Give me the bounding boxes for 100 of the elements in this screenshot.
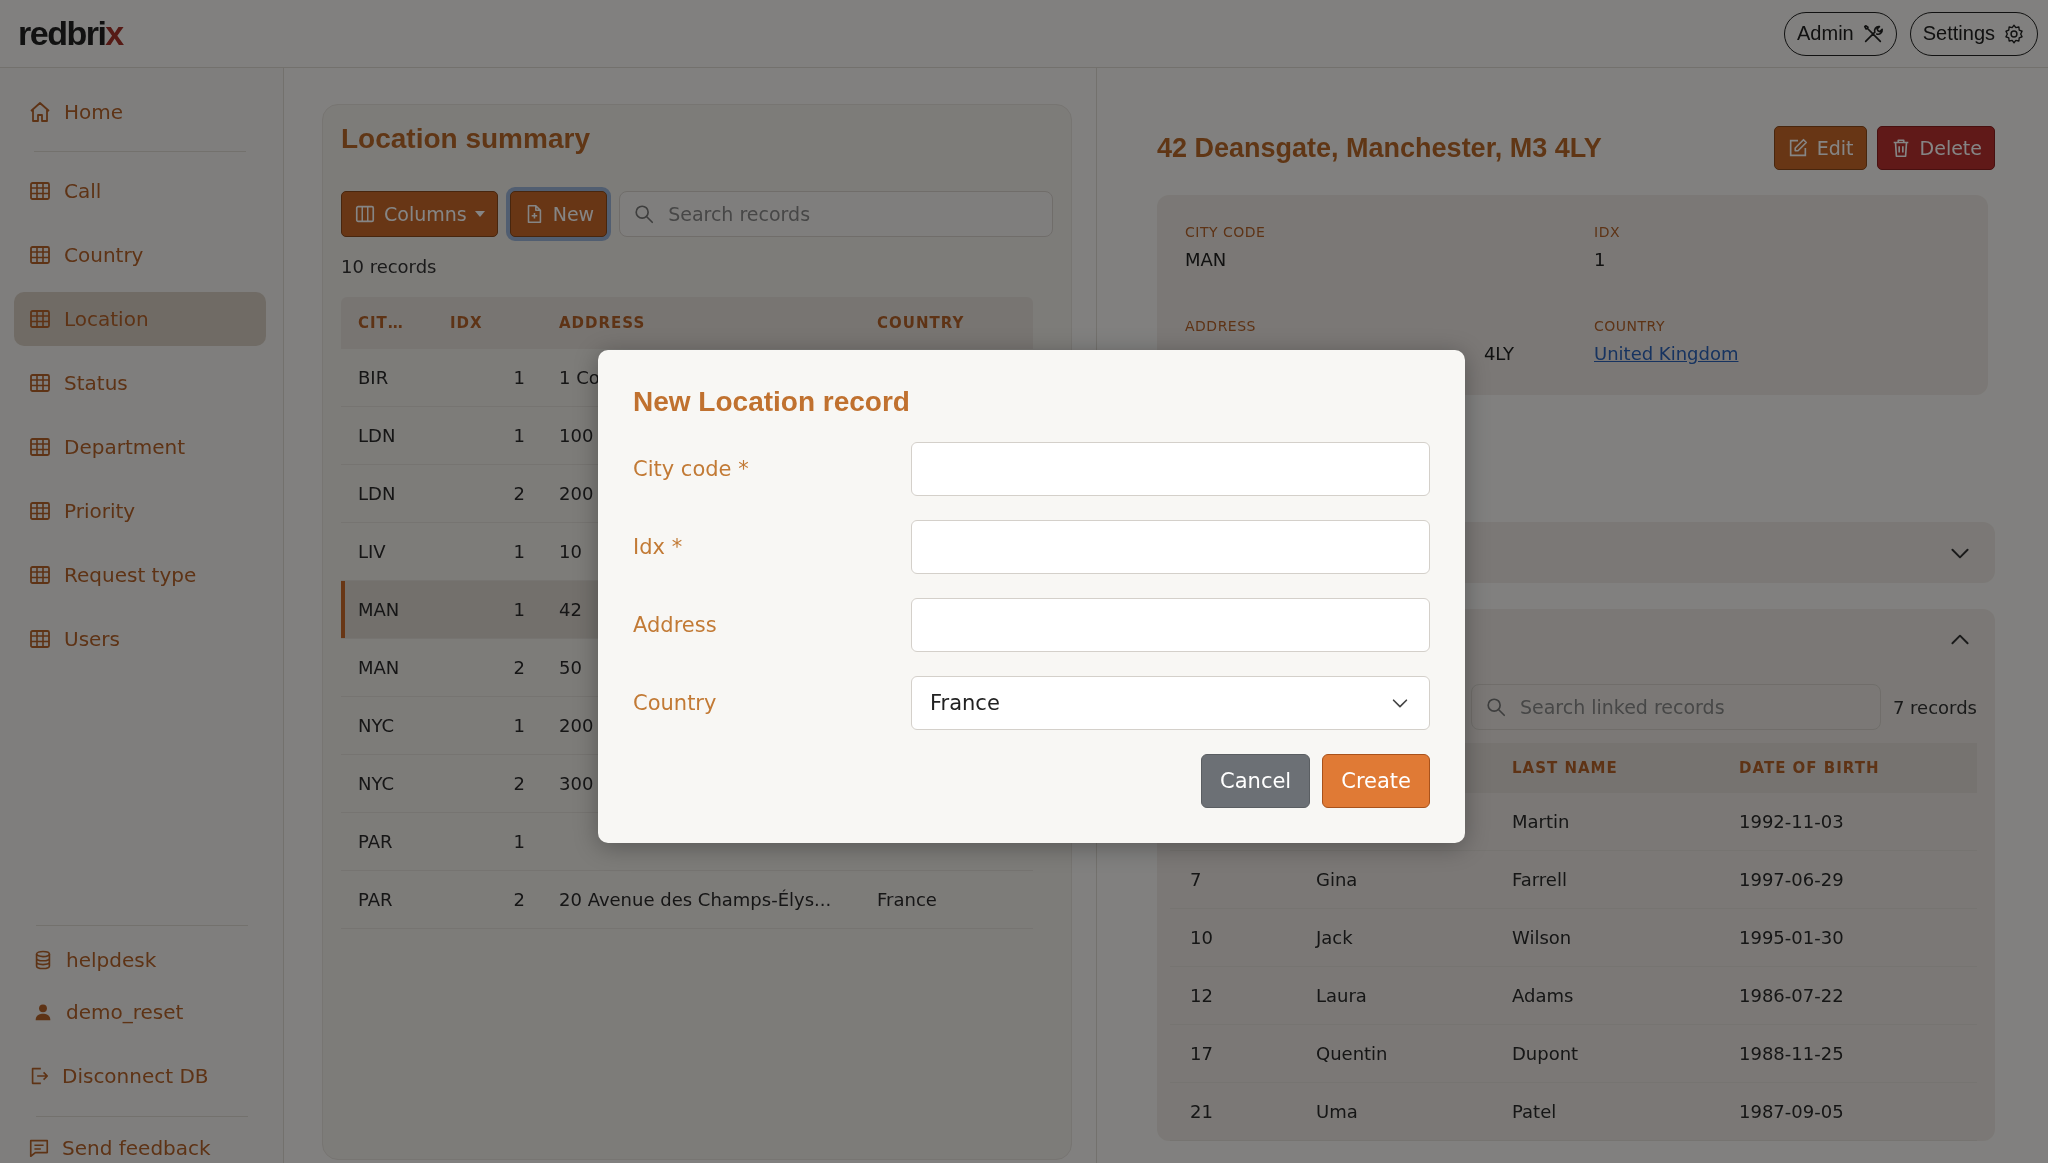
input-field[interactable] (911, 442, 1430, 496)
database-name[interactable]: helpdesk (14, 938, 283, 982)
field-value: MAN (1185, 248, 1228, 272)
table-cell: 1 (513, 367, 525, 388)
table-cell: Adams (1512, 985, 1574, 1006)
table-cell: 20 Avenue des Champs-Élys... (559, 889, 832, 910)
field-label: IDX (1594, 223, 1621, 241)
table-cell: France (877, 889, 937, 910)
table-cell: 1987-09-05 (1739, 1101, 1844, 1122)
table-cell: NYC (358, 773, 395, 794)
table-cell: 10 (1190, 927, 1213, 948)
nav-item[interactable]: Request type (14, 548, 266, 602)
table-cell: 1997-06-29 (1739, 869, 1844, 890)
table-icon (28, 563, 52, 587)
country-link[interactable]: United Kingdom (1594, 341, 1739, 367)
field-label: CITY CODE (1185, 223, 1267, 241)
table-cell: 1988-11-25 (1739, 1043, 1844, 1064)
search-icon (633, 203, 656, 225)
table-cell: 17 (1190, 1043, 1213, 1064)
cancel-button[interactable]: Cancel (1201, 754, 1311, 808)
table-icon (28, 179, 52, 203)
table-cell: 200 (559, 483, 594, 504)
table-cell: 50 (559, 657, 582, 678)
field-label: Idx * (633, 535, 684, 559)
input-field[interactable] (911, 598, 1430, 652)
column-header: CIT… (358, 314, 404, 332)
table-cell: Wilson (1512, 927, 1572, 948)
table-cell: 2 (513, 657, 525, 678)
nav-item[interactable]: Location (14, 292, 266, 346)
search-field[interactable]: Search records (619, 191, 1053, 237)
table-row[interactable]: 12 Laura Adams 1986-07-22 (1170, 967, 1977, 1025)
create-button[interactable]: Create (1322, 754, 1430, 808)
table-cell: MAN (358, 599, 400, 620)
table-cell: Laura (1316, 985, 1367, 1006)
nav-item[interactable]: Department (14, 420, 266, 474)
table-cell: 1 Co (559, 367, 600, 388)
chat-icon (28, 1137, 50, 1159)
table-cell: 7 (1190, 869, 1202, 890)
table-cell: Patel (1512, 1101, 1557, 1122)
table-cell: 10 (559, 541, 582, 562)
field-label: COUNTRY (1594, 317, 1666, 335)
table-row[interactable]: 7 Gina Farrell 1997-06-29 (1170, 851, 1977, 909)
table-cell: PAR (358, 831, 393, 852)
logo[interactable]: redbrix (18, 14, 123, 53)
table-cell: 1995-01-30 (1739, 927, 1844, 948)
table-row[interactable]: 21 Uma Patel 1987-09-05 (1170, 1083, 1977, 1141)
nav-item[interactable]: Users (14, 612, 266, 666)
table-cell: 1986-07-22 (1739, 985, 1844, 1006)
nav-item[interactable]: Priority (14, 484, 266, 538)
record-title: 42 Deansgate, Manchester, M3 4LY (1157, 132, 1603, 164)
nav-item[interactable]: Country (14, 228, 266, 282)
edit-button[interactable]: Edit (1773, 126, 1867, 170)
table-cell: Jack (1316, 927, 1353, 948)
page-title: Location summary (341, 122, 591, 156)
table-cell: LDN (358, 425, 396, 446)
table-cell: Uma (1316, 1101, 1358, 1122)
table-cell: Dupont (1512, 1043, 1579, 1064)
table-cell: Farrell (1512, 869, 1567, 890)
table-cell: 100 (559, 425, 594, 446)
user-name[interactable]: demo_reset (14, 990, 283, 1034)
home-icon (28, 100, 52, 124)
nav-item[interactable]: Call (14, 164, 266, 218)
table-row[interactable]: PAR 2 20 Avenue des Champs-Élys... France (341, 871, 1033, 929)
table-cell: 300 (559, 773, 594, 794)
table-row[interactable]: 10 Jack Wilson 1995-01-30 (1170, 909, 1977, 967)
field-label: City code * (633, 457, 750, 481)
field-value: 4LY (1482, 342, 1515, 366)
column-header: IDX (450, 314, 483, 332)
table-icon (28, 243, 52, 267)
table-row[interactable]: 17 Quentin Dupont 1988-11-25 (1170, 1025, 1977, 1083)
table-cell: NYC (358, 715, 395, 736)
search-icon (1484, 696, 1507, 718)
nav-item[interactable]: Home (14, 85, 266, 139)
delete-button[interactable]: Delete (1876, 126, 1995, 170)
nav-item[interactable]: Disconnect DB (14, 1054, 283, 1098)
input-field[interactable] (911, 520, 1430, 574)
table-cell: 1 (513, 425, 525, 446)
table-cell: LIV (358, 541, 386, 562)
table-cell: 1 (513, 541, 525, 562)
nav-item[interactable]: Status (14, 356, 266, 410)
table-cell: 1 (513, 715, 525, 736)
record-count: 10 records (341, 257, 438, 277)
table-icon (28, 307, 52, 331)
table-cell: 42 (559, 599, 582, 620)
table-cell: Martin (1512, 811, 1570, 832)
tools-icon (1861, 22, 1884, 45)
select-field[interactable]: France (911, 676, 1430, 730)
field-label: ADDRESS (1185, 317, 1257, 335)
table-icon (28, 627, 52, 651)
settings-icon (2003, 22, 2025, 45)
record-count: 7 records (1892, 696, 1977, 718)
columns-button[interactable]: Columns (341, 191, 498, 237)
table-icon (28, 435, 52, 459)
nav-item[interactable]: Send feedback (14, 1133, 283, 1163)
column-header: ADDRESS (559, 314, 646, 332)
caret-icon (474, 211, 485, 217)
dialog-title: New Location record (633, 385, 911, 419)
table-icon (28, 499, 52, 523)
field-label: Address (633, 613, 718, 637)
table-cell: 2 (513, 483, 525, 504)
